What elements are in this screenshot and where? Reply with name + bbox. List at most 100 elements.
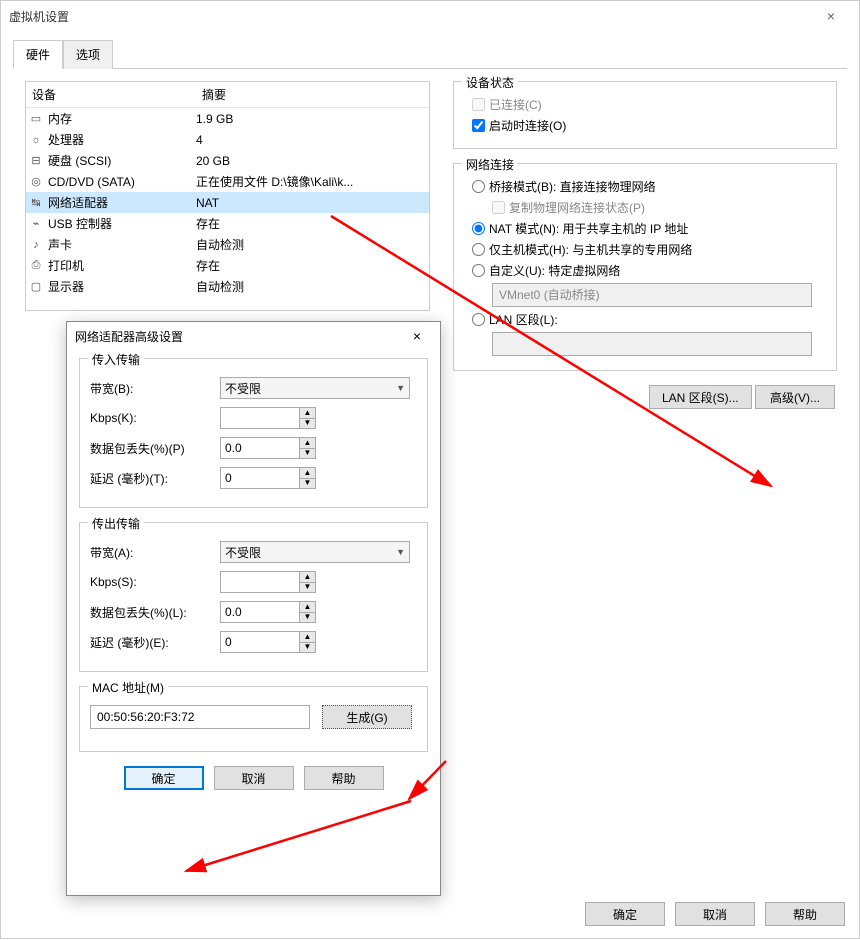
tab-bar: 硬件 选项	[13, 39, 847, 69]
right-panel: 设备状态 已连接(C) 启动时连接(O) 网络连接 桥接模式(B): 直接连接物…	[453, 81, 837, 409]
cancel-button[interactable]: 取消	[675, 902, 755, 926]
titlebar: 虚拟机设置 ×	[1, 1, 859, 31]
header-summary: 摘要	[196, 82, 429, 107]
generate-button[interactable]: 生成(G)	[322, 705, 412, 729]
radio-hostonly[interactable]: 仅主机模式(H): 与主机共享的专用网络	[472, 241, 826, 258]
latency-e-label: 延迟 (毫秒)(E):	[90, 634, 220, 651]
up-icon[interactable]: ▲	[300, 602, 315, 613]
device-list: 设备 摘要 ▭内存1.9 GB ☼处理器4 ⊟硬盘 (SCSI)20 GB ◎C…	[25, 81, 430, 311]
down-icon[interactable]: ▼	[300, 479, 315, 489]
chevron-down-icon: ▼	[396, 383, 405, 393]
radio-bridged[interactable]: 桥接模式(B): 直接连接物理网络	[472, 178, 826, 195]
advanced-dialog-titlebar: 网络适配器高级设置 ×	[67, 322, 440, 350]
bandwidth-a-label: 带宽(A):	[90, 544, 220, 561]
incoming-group: 传入传输 带宽(B):不受限▼ Kbps(K):▲▼ 数据包丢失(%)(P)▲▼…	[79, 358, 428, 508]
outgoing-group: 传出传输 带宽(A):不受限▼ Kbps(S):▲▼ 数据包丢失(%)(L):▲…	[79, 522, 428, 672]
close-icon[interactable]: ×	[811, 8, 851, 24]
right-buttons: LAN 区段(S)... 高级(V)...	[453, 385, 837, 409]
latency-t-input[interactable]	[220, 467, 300, 489]
loss-l-label: 数据包丢失(%)(L):	[90, 604, 220, 621]
usb-icon: ⌁	[26, 217, 46, 230]
device-row-memory[interactable]: ▭内存1.9 GB	[26, 108, 429, 129]
device-status-group: 设备状态 已连接(C) 启动时连接(O)	[453, 81, 837, 149]
tab-hardware[interactable]: 硬件	[13, 40, 63, 69]
advanced-help-button[interactable]: 帮助	[304, 766, 384, 790]
device-list-header: 设备 摘要	[26, 82, 429, 108]
up-icon[interactable]: ▲	[300, 438, 315, 449]
loss-p-input[interactable]	[220, 437, 300, 459]
advanced-cancel-button[interactable]: 取消	[214, 766, 294, 790]
advanced-settings-dialog: 网络适配器高级设置 × 传入传输 带宽(B):不受限▼ Kbps(K):▲▼ 数…	[66, 321, 441, 896]
bandwidth-a-select[interactable]: 不受限▼	[220, 541, 410, 563]
connect-on-power-checkbox[interactable]: 启动时连接(O)	[472, 117, 826, 134]
memory-icon: ▭	[26, 112, 46, 125]
mac-group: MAC 地址(M) 生成(G)	[79, 686, 428, 752]
kbps-k-input[interactable]	[220, 407, 300, 429]
kbps-s-input[interactable]	[220, 571, 300, 593]
incoming-legend: 传入传输	[88, 351, 144, 368]
advanced-dialog-buttons: 确定 取消 帮助	[79, 766, 428, 790]
kbps-s-spinner[interactable]: ▲▼	[300, 571, 316, 593]
down-icon[interactable]: ▼	[300, 643, 315, 653]
disc-icon: ◎	[26, 175, 46, 188]
radio-lan-segment[interactable]: LAN 区段(L):	[472, 311, 826, 328]
lan-segments-button[interactable]: LAN 区段(S)...	[649, 385, 752, 409]
up-icon[interactable]: ▲	[300, 468, 315, 479]
sound-icon: ♪	[26, 239, 46, 251]
down-icon[interactable]: ▼	[300, 613, 315, 623]
outgoing-legend: 传出传输	[88, 515, 144, 532]
up-icon[interactable]: ▲	[300, 408, 315, 419]
down-icon[interactable]: ▼	[300, 583, 315, 593]
disk-icon: ⊟	[26, 154, 46, 167]
down-icon[interactable]: ▼	[300, 449, 315, 459]
advanced-ok-button[interactable]: 确定	[124, 766, 204, 790]
help-button[interactable]: 帮助	[765, 902, 845, 926]
down-icon[interactable]: ▼	[300, 419, 315, 429]
bottom-buttons: 确定 取消 帮助	[585, 902, 845, 926]
ok-button[interactable]: 确定	[585, 902, 665, 926]
radio-custom[interactable]: 自定义(U): 特定虚拟网络	[472, 262, 826, 279]
kbps-s-label: Kbps(S):	[90, 575, 220, 589]
device-status-legend: 设备状态	[462, 74, 518, 91]
advanced-dialog-title: 网络适配器高级设置	[75, 328, 402, 345]
device-row-cpu[interactable]: ☼处理器4	[26, 129, 429, 150]
device-row-network[interactable]: ↹网络适配器NAT	[26, 192, 429, 213]
replicate-checkbox: 复制物理网络连接状态(P)	[492, 199, 826, 216]
network-connection-group: 网络连接 桥接模式(B): 直接连接物理网络 复制物理网络连接状态(P) NAT…	[453, 163, 837, 371]
loss-l-spinner[interactable]: ▲▼	[300, 601, 316, 623]
connected-checkbox[interactable]: 已连接(C)	[472, 96, 826, 113]
kbps-k-spinner[interactable]: ▲▼	[300, 407, 316, 429]
vm-settings-window: 虚拟机设置 × 硬件 选项 设备 摘要 ▭内存1.9 GB ☼处理器4 ⊟硬盘 …	[0, 0, 860, 939]
header-device: 设备	[26, 82, 196, 107]
up-icon[interactable]: ▲	[300, 572, 315, 583]
window-title: 虚拟机设置	[9, 8, 811, 25]
display-icon: ▢	[26, 280, 46, 293]
latency-t-spinner[interactable]: ▲▼	[300, 467, 316, 489]
radio-nat[interactable]: NAT 模式(N): 用于共享主机的 IP 地址	[472, 220, 826, 237]
vmnet-combo: VMnet0 (自动桥接)	[492, 283, 812, 307]
lan-segment-combo	[492, 332, 812, 356]
device-row-printer[interactable]: ⎙打印机存在	[26, 255, 429, 276]
chevron-down-icon: ▼	[396, 547, 405, 557]
advanced-close-icon[interactable]: ×	[402, 328, 432, 344]
loss-l-input[interactable]	[220, 601, 300, 623]
device-row-cd[interactable]: ◎CD/DVD (SATA)正在使用文件 D:\镜像\Kali\k...	[26, 171, 429, 192]
up-icon[interactable]: ▲	[300, 632, 315, 643]
bandwidth-b-select[interactable]: 不受限▼	[220, 377, 410, 399]
network-connection-legend: 网络连接	[462, 156, 518, 173]
mac-legend: MAC 地址(M)	[88, 679, 168, 696]
latency-e-spinner[interactable]: ▲▼	[300, 631, 316, 653]
kbps-k-label: Kbps(K):	[90, 411, 220, 425]
tab-options[interactable]: 选项	[63, 40, 113, 69]
device-row-display[interactable]: ▢显示器自动检测	[26, 276, 429, 297]
bandwidth-b-label: 带宽(B):	[90, 380, 220, 397]
latency-e-input[interactable]	[220, 631, 300, 653]
advanced-button[interactable]: 高级(V)...	[755, 385, 835, 409]
cpu-icon: ☼	[26, 134, 46, 146]
device-row-sound[interactable]: ♪声卡自动检测	[26, 234, 429, 255]
loss-p-spinner[interactable]: ▲▼	[300, 437, 316, 459]
mac-address-input[interactable]	[90, 705, 310, 729]
network-icon: ↹	[26, 196, 46, 209]
device-row-disk[interactable]: ⊟硬盘 (SCSI)20 GB	[26, 150, 429, 171]
device-row-usb[interactable]: ⌁USB 控制器存在	[26, 213, 429, 234]
